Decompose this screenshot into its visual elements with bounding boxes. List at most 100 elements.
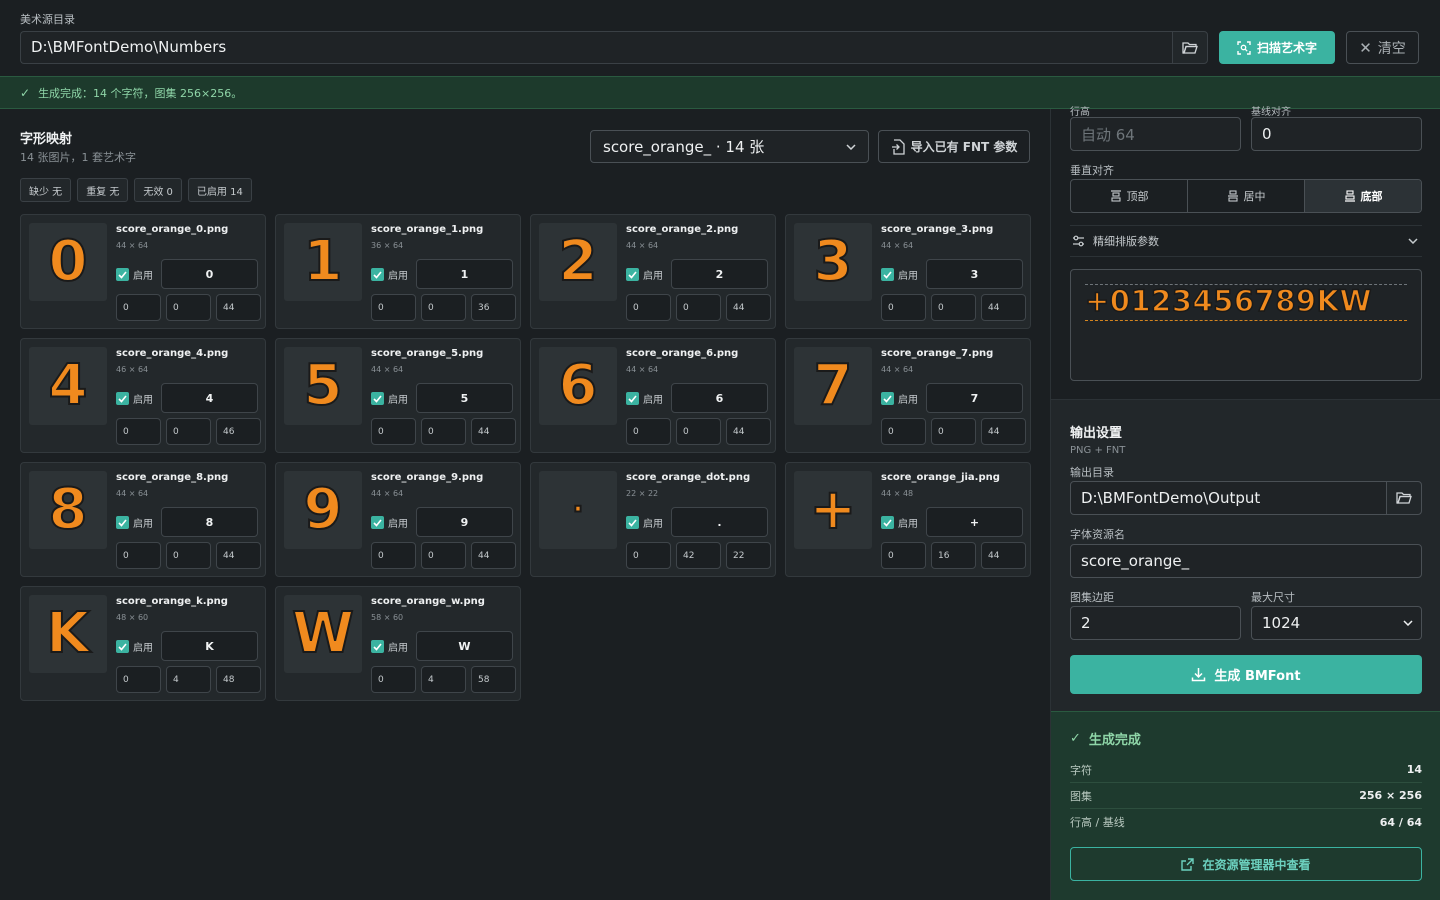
enable-checkbox[interactable]: 启用 (116, 515, 153, 530)
y-offset-input[interactable]: 0 (676, 294, 721, 321)
y-offset-input[interactable]: 42 (676, 542, 721, 569)
x-advance-input[interactable]: 36 (471, 294, 516, 321)
char-mapping-input[interactable]: 1 (416, 259, 513, 289)
y-offset-input[interactable]: 0 (421, 542, 466, 569)
y-offset-input[interactable]: 0 (166, 418, 211, 445)
y-offset-input[interactable]: 0 (676, 418, 721, 445)
x-advance-input[interactable]: 48 (216, 666, 261, 693)
enable-checkbox[interactable]: 启用 (116, 391, 153, 406)
x-advance-input[interactable]: 44 (471, 418, 516, 445)
x-advance-input[interactable]: 22 (726, 542, 771, 569)
x-offset-input[interactable]: 0 (626, 542, 671, 569)
baseline-input[interactable]: 0 (1251, 117, 1422, 151)
enable-checkbox[interactable]: 启用 (371, 639, 408, 654)
x-advance-input[interactable]: 44 (471, 542, 516, 569)
char-mapping-input[interactable]: 6 (671, 383, 768, 413)
x-offset-input[interactable]: 0 (116, 418, 161, 445)
x-advance-input[interactable]: 44 (216, 542, 261, 569)
glyph-image: 9 (303, 477, 344, 542)
char-mapping-input[interactable]: 0 (161, 259, 258, 289)
enable-label: 启用 (133, 271, 153, 282)
enable-checkbox[interactable]: 启用 (371, 391, 408, 406)
x-advance-input[interactable]: 44 (726, 294, 771, 321)
x-offset-input[interactable]: 0 (626, 294, 671, 321)
x-offset-input[interactable]: 0 (116, 294, 161, 321)
clear-label: 清空 (1377, 40, 1406, 57)
browse-output-button[interactable] (1386, 481, 1422, 515)
char-mapping-input[interactable]: 8 (161, 507, 258, 537)
char-mapping-input[interactable]: 3 (926, 259, 1023, 289)
import-fnt-button[interactable]: 导入已有 FNT 参数 (878, 130, 1030, 163)
char-mapping-input[interactable]: K (161, 631, 258, 661)
atlas-padding-input[interactable]: 2 (1070, 606, 1241, 640)
char-mapping-input[interactable]: 4 (161, 383, 258, 413)
source-dir-input[interactable]: D:\BMFontDemo\Numbers (20, 31, 1173, 64)
checkbox-checked-icon (116, 516, 129, 529)
generate-label: 生成 BMFont (1214, 669, 1301, 684)
char-mapping-input[interactable]: 7 (926, 383, 1023, 413)
x-offset-input[interactable]: 0 (881, 294, 926, 321)
enable-checkbox[interactable]: 启用 (881, 267, 918, 282)
valign-top-button[interactable]: 顶部 (1071, 180, 1188, 212)
valign-label: 垂直对齐 (1070, 164, 1114, 177)
enable-checkbox[interactable]: 启用 (371, 267, 408, 282)
valign-bottom-button[interactable]: 底部 (1305, 180, 1421, 212)
y-offset-input[interactable]: 0 (931, 418, 976, 445)
y-offset-input[interactable]: 0 (931, 294, 976, 321)
char-mapping-input[interactable]: W (416, 631, 513, 661)
max-size-select[interactable]: 1024 (1251, 606, 1422, 640)
x-advance-input[interactable]: 44 (981, 294, 1026, 321)
y-offset-input[interactable]: 4 (166, 666, 211, 693)
font-name-input[interactable]: score_orange_ (1070, 544, 1422, 578)
x-offset-input[interactable]: 0 (371, 666, 416, 693)
x-offset-input[interactable]: 0 (371, 418, 416, 445)
open-in-explorer-button[interactable]: 在资源管理器中查看 (1070, 847, 1422, 881)
enable-checkbox[interactable]: 启用 (116, 267, 153, 282)
enable-checkbox[interactable]: 启用 (881, 391, 918, 406)
output-dir-input[interactable]: D:\BMFontDemo\Output (1070, 481, 1387, 515)
enable-checkbox[interactable]: 启用 (116, 639, 153, 654)
enable-checkbox[interactable]: 启用 (626, 391, 663, 406)
char-mapping-input[interactable]: + (926, 507, 1023, 537)
y-offset-input[interactable]: 4 (421, 666, 466, 693)
x-advance-input[interactable]: 44 (981, 542, 1026, 569)
x-offset-input[interactable]: 0 (371, 542, 416, 569)
char-mapping-input[interactable]: 2 (671, 259, 768, 289)
align-top-icon (1110, 190, 1121, 202)
x-offset-input[interactable]: 0 (371, 294, 416, 321)
art-set-select[interactable]: score_orange_ · 14 张 (590, 130, 869, 163)
enable-checkbox[interactable]: 启用 (626, 515, 663, 530)
clear-button[interactable]: ✕ 清空 (1346, 31, 1419, 64)
y-offset-input[interactable]: 0 (421, 294, 466, 321)
valign-middle-button[interactable]: 居中 (1188, 180, 1305, 212)
char-mapping-input[interactable]: . (671, 507, 768, 537)
enable-checkbox[interactable]: 启用 (881, 515, 918, 530)
x-advance-input[interactable]: 46 (216, 418, 261, 445)
enable-checkbox[interactable]: 启用 (626, 267, 663, 282)
glyph-filename: score_orange_1.png (371, 224, 484, 235)
x-advance-input[interactable]: 58 (471, 666, 516, 693)
fine-layout-toggle[interactable]: 精细排版参数 (1070, 225, 1422, 257)
glyph-filename: score_orange_5.png (371, 348, 484, 359)
generate-bmfont-button[interactable]: 生成 BMFont (1070, 655, 1422, 694)
x-offset-input[interactable]: 0 (116, 542, 161, 569)
x-offset-input[interactable]: 0 (881, 418, 926, 445)
browse-source-button[interactable] (1172, 31, 1208, 64)
max-size-label: 最大尺寸 (1251, 591, 1295, 604)
y-offset-input[interactable]: 0 (421, 418, 466, 445)
char-mapping-input[interactable]: 5 (416, 383, 513, 413)
x-offset-input[interactable]: 0 (881, 542, 926, 569)
glyph-offset-fields: 0 0 44 (881, 418, 1026, 445)
x-offset-input[interactable]: 0 (116, 666, 161, 693)
x-advance-input[interactable]: 44 (216, 294, 261, 321)
char-mapping-input[interactable]: 9 (416, 507, 513, 537)
y-offset-input[interactable]: 0 (166, 294, 211, 321)
y-offset-input[interactable]: 0 (166, 542, 211, 569)
y-offset-input[interactable]: 16 (931, 542, 976, 569)
x-offset-input[interactable]: 0 (626, 418, 671, 445)
x-advance-input[interactable]: 44 (981, 418, 1026, 445)
line-height-input[interactable]: 自动 64 (1070, 117, 1241, 151)
x-advance-input[interactable]: 44 (726, 418, 771, 445)
scan-art-button[interactable]: 扫描艺术字 (1219, 31, 1335, 64)
enable-checkbox[interactable]: 启用 (371, 515, 408, 530)
